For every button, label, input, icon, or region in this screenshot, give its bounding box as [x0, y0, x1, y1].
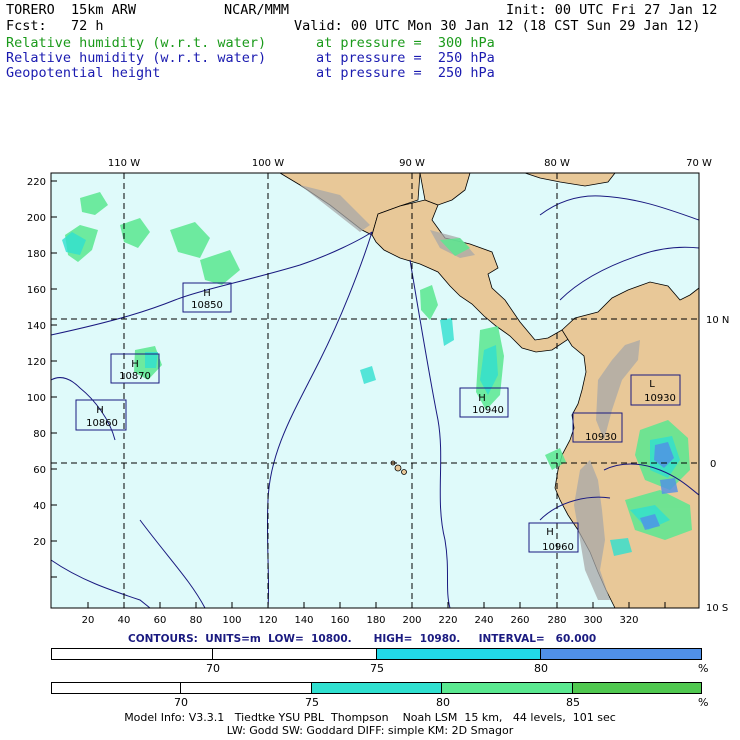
lat-label-10n: 10 N: [706, 315, 729, 326]
x-tick-80: 80: [190, 615, 203, 626]
colorbar-label: 70: [206, 662, 220, 675]
center-type: H: [96, 405, 104, 416]
colorbar-unit: %: [698, 662, 709, 675]
land-galapagos-1: [394, 464, 402, 472]
colorbar-label: 85: [566, 696, 580, 709]
y-tick-220: 220: [27, 177, 46, 188]
colorbar-segment: [51, 648, 213, 660]
x-tick-300: 300: [583, 615, 602, 626]
center-type: H: [131, 359, 139, 370]
y-tick-60: 60: [33, 465, 46, 476]
lon-label-100w: 100 W: [252, 158, 284, 169]
colorbar-label: 80: [534, 662, 548, 675]
lat-label-10s: 10 S: [706, 603, 728, 614]
center-type: H: [546, 527, 554, 538]
lon-label-70w: 70 W: [686, 158, 712, 169]
y-tick-200: 200: [27, 213, 46, 224]
colorbar-segment: [311, 682, 442, 694]
x-tick-180: 180: [366, 615, 385, 626]
model-info: Model Info: V3.3.1 Tiedtke YSU PBL Thomp…: [124, 711, 616, 724]
lon-label-80w: 80 W: [544, 158, 570, 169]
colorbar-label: 75: [370, 662, 384, 675]
colorbar-segment: [180, 682, 312, 694]
lon-label-90w: 90 W: [399, 158, 425, 169]
y-tick-160: 160: [27, 285, 46, 296]
weather-map: 110 W 100 W 90 W 80 W 70 W 10 N 0 10 S 2…: [27, 158, 729, 626]
x-tick-140: 140: [294, 615, 313, 626]
colorbar-segment: [376, 648, 541, 660]
center-type: L: [649, 379, 655, 390]
colorbar-segment: [441, 682, 573, 694]
x-tick-220: 220: [438, 615, 457, 626]
x-tick-200: 200: [402, 615, 421, 626]
x-tick-20: 20: [82, 615, 95, 626]
center-type: H: [203, 288, 211, 299]
y-tick-40: 40: [33, 501, 46, 512]
center-value: 10930: [585, 432, 617, 443]
colorbar-label: 75: [305, 696, 319, 709]
physics-info: LW: Godd SW: Goddard DIFF: simple KM: 2D…: [226, 724, 514, 737]
center-value: 10930: [644, 393, 676, 404]
x-tick-320: 320: [619, 615, 638, 626]
x-tick-60: 60: [154, 615, 167, 626]
colorbar-unit: %: [698, 696, 709, 709]
x-tick-280: 280: [547, 615, 566, 626]
land-galapagos-2: [401, 469, 407, 475]
y-tick-100: 100: [27, 393, 46, 404]
center-type: H: [478, 393, 486, 404]
center-value: 10870: [119, 371, 151, 382]
x-tick-120: 120: [258, 615, 277, 626]
center-value: 10860: [86, 418, 118, 429]
center-value: 10960: [542, 542, 574, 553]
colorbar-segment: [572, 682, 702, 694]
contours-info: CONTOURS: UNITS=m LOW= 10800. HIGH= 1098…: [128, 633, 597, 645]
center-value: 10850: [191, 300, 223, 311]
colorbar-label: 70: [174, 696, 188, 709]
y-tick-20: 20: [33, 537, 46, 548]
x-tick-160: 160: [330, 615, 349, 626]
center-value: 10940: [472, 405, 504, 416]
x-tick-260: 260: [510, 615, 529, 626]
x-tick-100: 100: [222, 615, 241, 626]
colorbar-label: 80: [436, 696, 450, 709]
y-tick-140: 140: [27, 321, 46, 332]
colorbar-segment: [51, 682, 181, 694]
x-tick-40: 40: [118, 615, 131, 626]
lon-label-110w: 110 W: [108, 158, 140, 169]
y-tick-180: 180: [27, 249, 46, 260]
lat-label-0: 0: [710, 459, 716, 470]
x-tick-240: 240: [474, 615, 493, 626]
y-tick-120: 120: [27, 357, 46, 368]
colorbar-segment: [212, 648, 377, 660]
colorbar-segment: [540, 648, 702, 660]
y-tick-80: 80: [33, 429, 46, 440]
